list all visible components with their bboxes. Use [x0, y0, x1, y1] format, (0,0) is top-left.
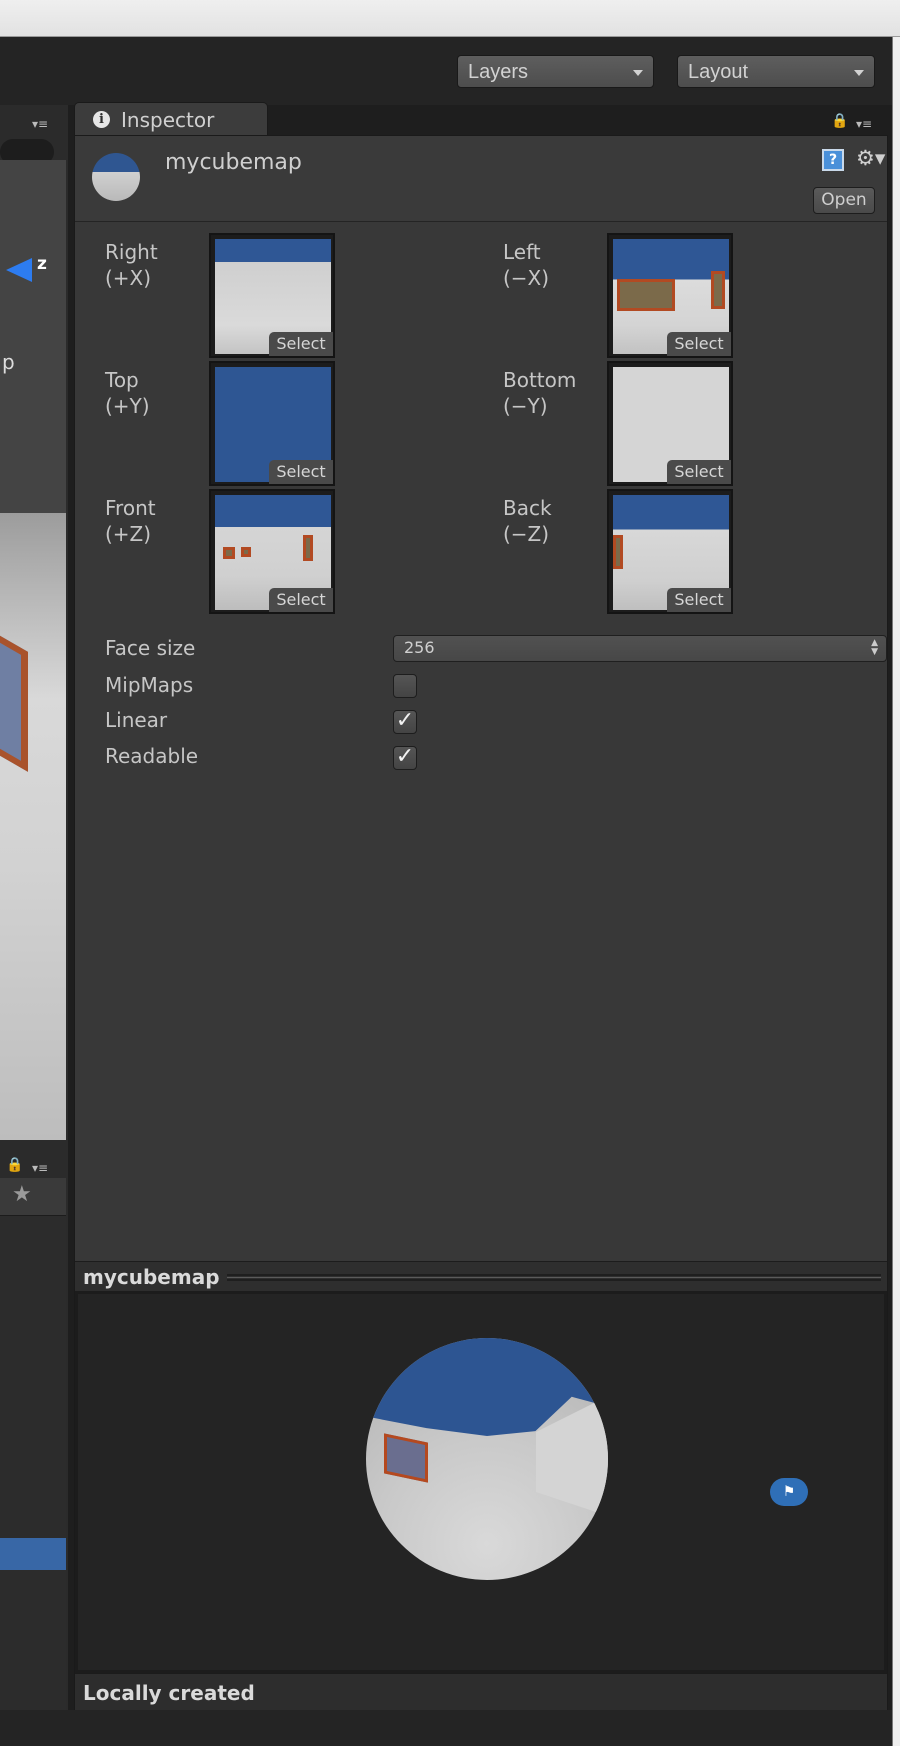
help-icon[interactable]: ?: [822, 149, 844, 171]
face-label-front: Front (+Z): [105, 495, 156, 547]
layers-dropdown[interactable]: Layers: [457, 55, 654, 88]
open-button[interactable]: Open: [813, 187, 875, 214]
face-label-top: Top (+Y): [105, 367, 150, 419]
face-axis: (+Z): [105, 522, 152, 546]
readable-checkbox[interactable]: ✓: [393, 746, 417, 770]
checkmark-icon: ✓: [395, 744, 415, 769]
preview-title: mycubemap: [83, 1265, 220, 1289]
dropdown-arrow-icon: [854, 70, 864, 76]
window-edge: [892, 37, 900, 1746]
select-button[interactable]: Select: [667, 588, 731, 612]
face-slot-bottom[interactable]: Select: [607, 361, 733, 486]
status-bar: Locally created: [75, 1673, 887, 1711]
tag-icon[interactable]: ⚑: [770, 1478, 808, 1506]
selected-list-item[interactable]: [0, 1538, 66, 1570]
cubemap-preview-sphere[interactable]: [366, 1338, 608, 1580]
project-panel: [0, 1178, 66, 1746]
face-axis: (−Z): [503, 522, 550, 546]
resize-grip[interactable]: [227, 1274, 881, 1281]
select-button[interactable]: Select: [269, 588, 333, 612]
face-name: Right: [105, 240, 158, 264]
painting: [711, 271, 725, 309]
face-size-field[interactable]: 256 ▲ ▼: [393, 635, 887, 662]
layers-label: Layers: [468, 61, 529, 83]
face-name: Front: [105, 496, 156, 520]
scene-partial-text: p: [2, 350, 15, 374]
painting: [613, 535, 623, 569]
face-axis: (−Y): [503, 394, 548, 418]
lock-icon[interactable]: 🔒: [831, 113, 848, 129]
face-name: Left: [503, 240, 541, 264]
readable-label: Readable: [105, 744, 199, 768]
checkmark-icon: ✓: [395, 708, 415, 733]
face-slot-back[interactable]: Select: [607, 489, 733, 614]
mipmaps-label: MipMaps: [105, 673, 194, 697]
z-axis-gizmo-icon[interactable]: [6, 258, 32, 282]
inspector-header: mycubemap ? ⚙▾ Open: [75, 136, 887, 222]
scene-view[interactable]: [0, 160, 66, 1140]
face-axis: (−X): [503, 266, 550, 290]
preview-area[interactable]: [75, 1291, 887, 1673]
dropdown-arrow-icon: [633, 70, 643, 76]
layout-dropdown[interactable]: Layout: [677, 55, 875, 88]
info-icon: i: [93, 111, 110, 128]
face-label-right: Right (+X): [105, 239, 158, 291]
face-size-value: 256: [404, 638, 435, 657]
lock-icon[interactable]: 🔒: [6, 1157, 23, 1173]
face-axis: (+X): [105, 266, 152, 290]
face-slot-top[interactable]: Select: [209, 361, 335, 486]
panel-menu-icon[interactable]: ▾≡: [32, 117, 48, 131]
painting: [303, 535, 313, 561]
face-label-left: Left (−X): [503, 239, 549, 291]
layout-label: Layout: [688, 61, 749, 83]
painting: [617, 279, 675, 311]
sphere-painting: [384, 1433, 428, 1483]
painting: [223, 547, 235, 559]
select-button[interactable]: Select: [667, 332, 731, 356]
face-slot-front[interactable]: Select: [209, 489, 335, 614]
menu-icon[interactable]: ▾≡: [32, 1161, 48, 1175]
face-label-back: Back (−Z): [503, 495, 552, 547]
face-size-label: Face size: [105, 636, 196, 660]
select-button[interactable]: Select: [269, 332, 333, 356]
gear-icon[interactable]: ⚙▾: [856, 146, 885, 170]
star-icon[interactable]: ★: [12, 1182, 32, 1207]
preview-header[interactable]: mycubemap: [75, 1261, 887, 1291]
face-name: Back: [503, 496, 552, 520]
painting: [241, 547, 251, 557]
face-name: Top: [105, 368, 139, 392]
select-button[interactable]: Select: [269, 460, 333, 484]
linear-label: Linear: [105, 708, 168, 732]
linear-checkbox[interactable]: ✓: [393, 710, 417, 734]
toolbar: Layers Layout: [0, 37, 892, 105]
axis-label: z: [37, 254, 47, 274]
stepper-arrows-icon[interactable]: ▲ ▼: [871, 639, 878, 657]
asset-thumbnail: [92, 153, 140, 201]
face-axis: (+Y): [105, 394, 150, 418]
select-button[interactable]: Select: [667, 460, 731, 484]
mipmaps-checkbox[interactable]: [393, 674, 417, 698]
tab-inspector-label: Inspector: [121, 108, 215, 132]
face-name: Bottom: [503, 368, 577, 392]
status-text: Locally created: [83, 1681, 255, 1705]
face-label-bottom: Bottom (−Y): [503, 367, 576, 419]
scene-painting: [0, 624, 28, 772]
face-slot-left[interactable]: Select: [607, 233, 733, 358]
tab-inspector[interactable]: i Inspector: [74, 102, 268, 136]
window-titlebar: [0, 0, 900, 37]
bottom-strip: [0, 1710, 892, 1746]
asset-name: mycubemap: [165, 150, 302, 175]
face-slot-right[interactable]: Select: [209, 233, 335, 358]
menu-icon[interactable]: ▾≡: [856, 117, 872, 131]
project-toolbar: [0, 1178, 66, 1216]
inspector-panel: mycubemap ? ⚙▾ Open Right (+X) Select Le…: [74, 135, 888, 1746]
